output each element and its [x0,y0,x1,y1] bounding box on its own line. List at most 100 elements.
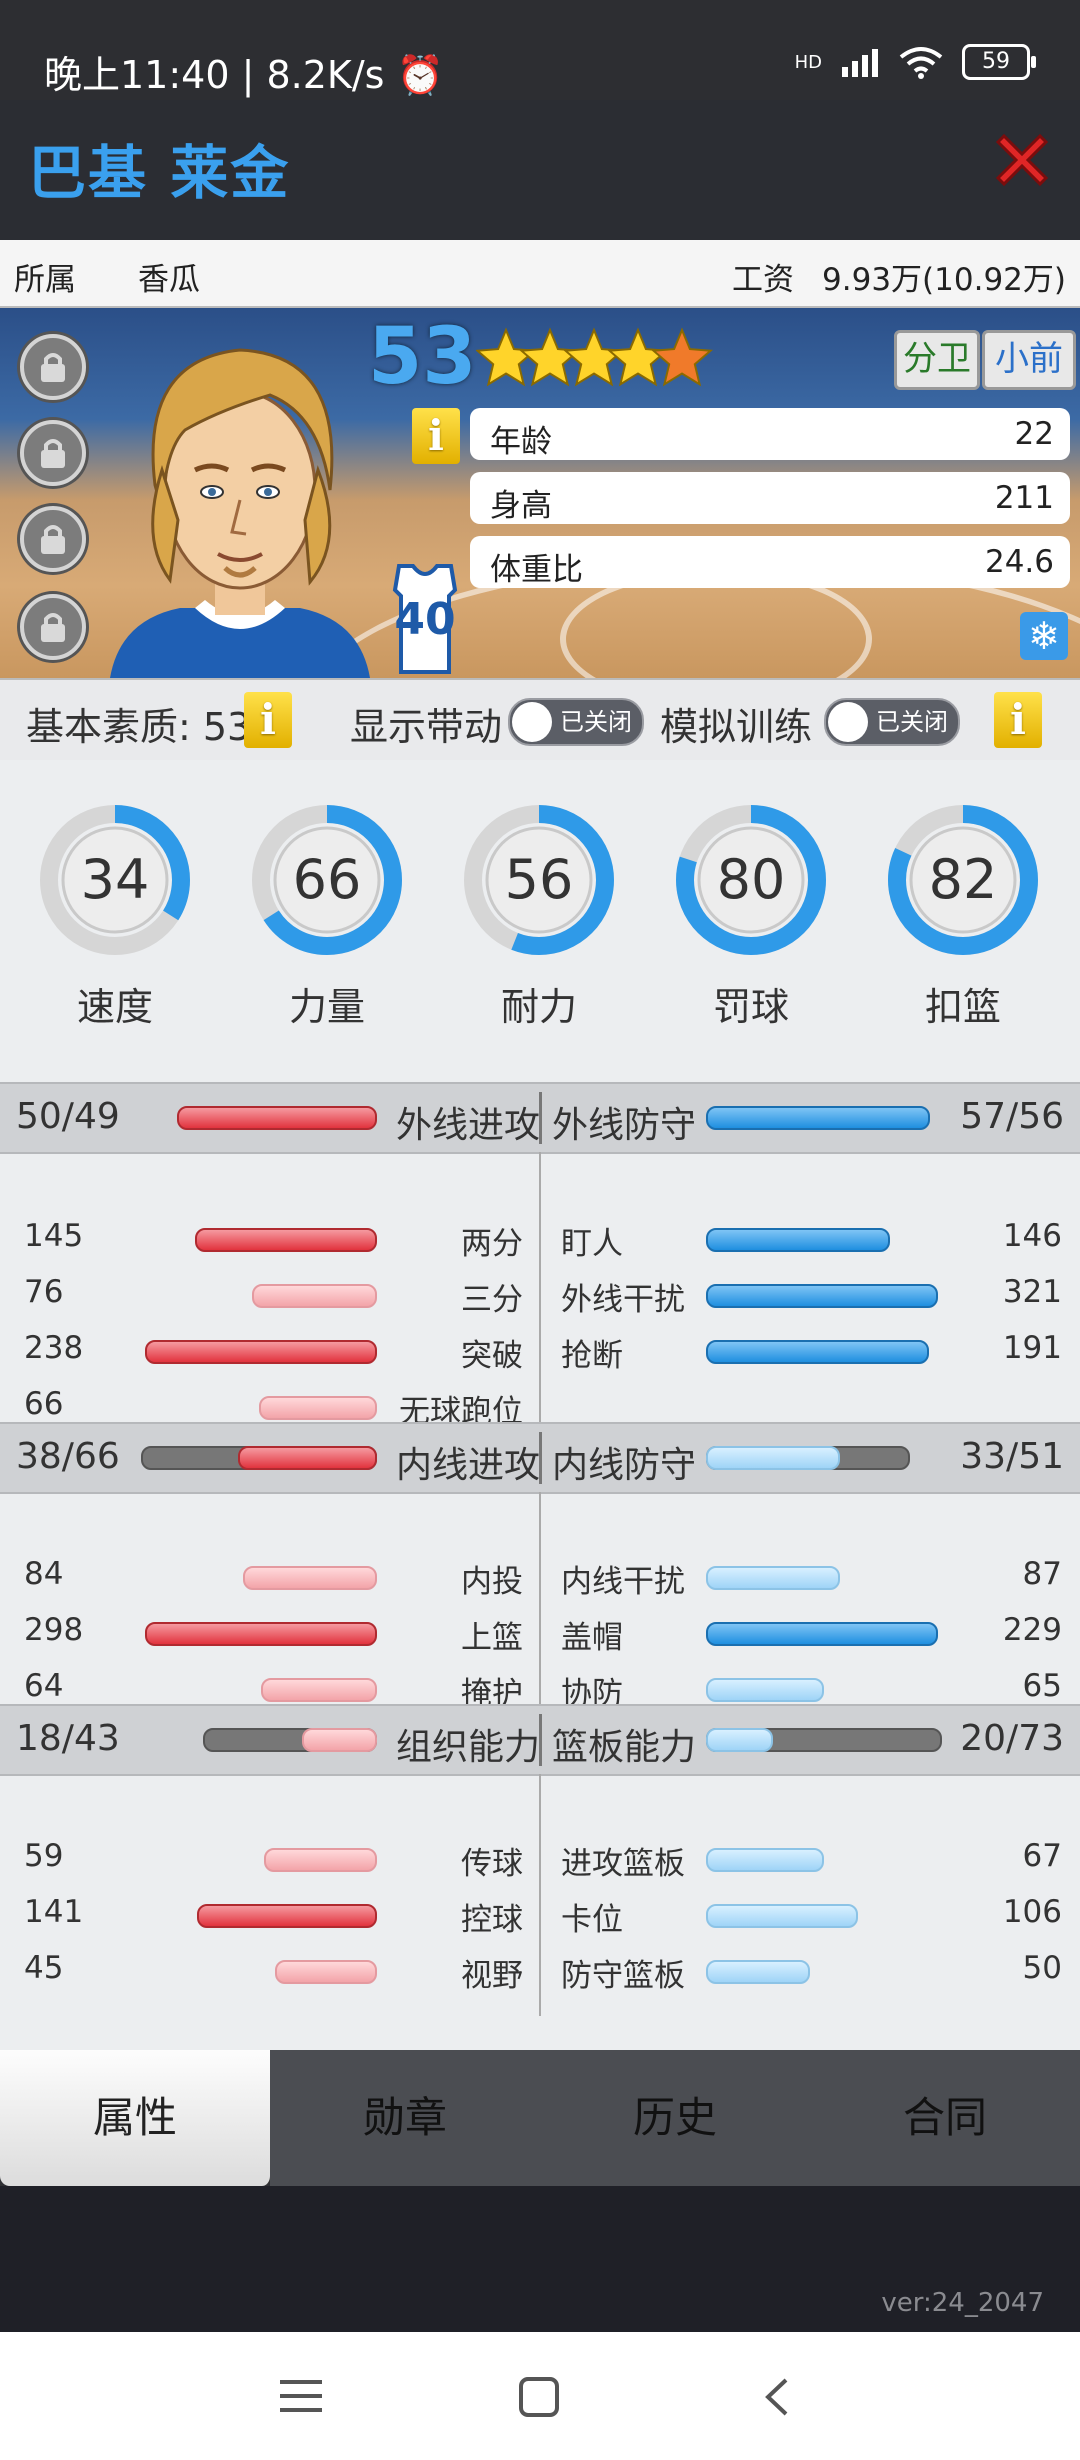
stat-bar [275,1960,377,1984]
right-stat-row: 盖帽 229 [541,1612,1080,1656]
section-left-fill [238,1446,377,1470]
salary-label: 工资 [732,262,794,298]
home-square-icon[interactable] [518,2376,560,2418]
gauge-value: 80 [716,848,786,911]
team-salary-row: 所属 香瓜 工资 9.93万(10.92万) [0,240,1080,308]
star-rating [475,324,736,394]
stars-svg [475,327,713,387]
gauge-row: 34 速度 66 力量 56 耐力 80 罚球 82 扣篮 [0,800,1080,1060]
gauge-5: 82 扣篮 [883,800,1043,1060]
stat-value: 141 [24,1894,84,1930]
position-tag-2: 小前 [982,330,1076,390]
section-right-title: 内线防守 [552,1445,697,1486]
stat-bar [706,1904,858,1928]
section-right-value: 33/51 [960,1436,1064,1477]
stat-value: 146 [1002,1218,1062,1254]
close-x-icon[interactable] [990,128,1054,192]
gauge-1: 34 速度 [35,800,195,1060]
stat-value: 66 [24,1386,64,1422]
sim-train-toggle[interactable]: 已关闭 [824,698,960,746]
right-stat-row: 盯人 146 [541,1218,1080,1262]
right-stat-row: 进攻篮板 67 [541,1838,1080,1882]
gauge-value: 66 [292,848,362,911]
star-mark [651,327,713,387]
stat-bar [259,1396,377,1420]
star-mark [563,327,625,387]
section-right-fill [706,1446,840,1470]
stat-value: 64 [24,1668,64,1704]
stat-label: 三分 [461,1282,523,1318]
team-label: 所属 [14,262,76,298]
status-time: 晚上11:40 | 8.2K/s ⏰ [44,44,444,99]
stat-bar [264,1848,377,1872]
stat-value: 24.6 [984,544,1054,580]
tab-medals[interactable]: 勋章 [270,2050,542,2186]
stat-value: 106 [1002,1894,1062,1930]
left-stat-row: 145 两分 [0,1218,539,1262]
stat-label: 外线干扰 [561,1282,685,1318]
snowflake-icon[interactable]: ❄ [1020,612,1068,660]
stat-label: 两分 [461,1226,523,1262]
gauge-value: 34 [80,848,150,911]
slot-lock-1[interactable] [20,334,86,400]
section-divider [539,1092,542,1144]
team-value: 香瓜 [138,262,200,298]
base-quality-label: 基本素质: 53 [26,705,252,749]
section-left-bar [177,1106,377,1130]
right-stat-row: 抢断 191 [541,1330,1080,1374]
slot-lock-2[interactable] [20,420,86,486]
left-stat-row: 45 视野 [0,1950,539,1994]
tab-contract[interactable]: 合同 [810,2050,1080,2186]
stat-label: 内线干扰 [561,1564,685,1600]
right-stat-row: 卡位 106 [541,1894,1080,1938]
toggle-knob [828,702,868,742]
toggle-knob [512,702,552,742]
stat-value: 145 [24,1218,84,1254]
stat-bar [145,1622,377,1646]
hd-badge: HD [794,51,822,73]
menu-icon[interactable] [280,2376,322,2416]
gauge-4: 80 罚球 [671,800,831,1060]
section-right-bar [706,1106,930,1130]
slot-lock-4[interactable] [20,594,86,660]
right-stat-row: 防守篮板 50 [541,1950,1080,1994]
info-icon[interactable]: i [244,692,292,748]
left-stat-row: 76 三分 [0,1274,539,1318]
stat-label: 视野 [461,1958,523,1994]
battery-icon: 59 [962,44,1036,80]
stat-bar [252,1284,377,1308]
stat-value: 191 [1002,1330,1062,1366]
stat-value: 22 [1014,416,1054,452]
stat-bar [243,1566,377,1590]
stat-age: 年龄 22 [470,408,1070,460]
section-right-title: 外线防守 [552,1105,697,1146]
toggle-state: 已关闭 [876,708,948,736]
stat-value: 45 [24,1950,64,1986]
section-left-value: 18/43 [16,1718,120,1759]
slot-lock-3[interactable] [20,506,86,572]
info-icon[interactable]: i [412,408,460,464]
lock-icon [41,353,65,382]
back-chevron-icon[interactable] [762,2376,792,2418]
status-clock: 晚上11:40 [44,53,230,97]
stat-label: 进攻篮板 [561,1846,685,1882]
stat-label: 传球 [461,1846,523,1882]
gauge-label: 扣篮 [924,985,1001,1029]
gauge-label: 力量 [288,985,365,1029]
info-icon[interactable]: i [994,692,1042,748]
section-right-value: 20/73 [960,1718,1064,1759]
lock-icon [41,439,65,468]
section-left-fill [302,1728,377,1752]
jersey-number: 40 [394,594,456,645]
stat-bar [706,1848,824,1872]
show-drive-toggle[interactable]: 已关闭 [508,698,644,746]
lock-icon [41,613,65,642]
stat-bar [706,1566,840,1590]
right-stat-row: 外线干扰 321 [541,1274,1080,1318]
star-mark [607,327,669,387]
overall-rating: 53 [368,312,477,402]
tab-attributes[interactable]: 属性 [0,2050,272,2186]
tab-history[interactable]: 历史 [540,2050,812,2186]
system-nav-bar [0,2332,1080,2460]
settings-bar: 基本素质: 53 i 显示带动 已关闭 模拟训练 已关闭 i [0,678,1080,764]
